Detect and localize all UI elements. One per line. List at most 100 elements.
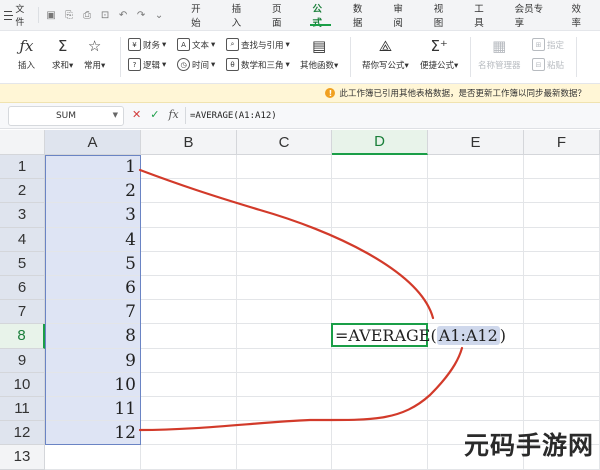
export-pdf-icon[interactable]: ⎘ <box>61 7 77 23</box>
cell-c2[interactable] <box>237 179 332 204</box>
cell-c11[interactable] <box>237 397 332 422</box>
logic-functions-button[interactable]: ? 逻辑 ▾ <box>128 58 166 71</box>
cell-b9[interactable] <box>141 348 237 373</box>
specify-button[interactable]: ⊞ 指定 <box>532 38 564 51</box>
cell-e5[interactable] <box>428 251 524 276</box>
row-header-7[interactable]: 7 <box>0 300 45 325</box>
row-header-2[interactable]: 2 <box>0 179 45 204</box>
cell-e2[interactable] <box>428 179 524 204</box>
row-header-5[interactable]: 5 <box>0 251 45 276</box>
quick-formula-button[interactable]: Σ⁺ 便捷公式▾ <box>420 35 458 71</box>
tab-home[interactable]: 开始 <box>179 0 219 30</box>
cancel-icon[interactable]: ✕ <box>132 108 141 121</box>
cell-d1[interactable] <box>332 155 428 180</box>
cell-e6[interactable] <box>428 276 524 301</box>
lookup-functions-button[interactable]: ⌕ 查找与引用 ▾ <box>226 38 290 51</box>
tab-page[interactable]: 页面 <box>260 0 300 30</box>
tab-tools[interactable]: 工具 <box>462 0 502 30</box>
tab-insert[interactable]: 插入 <box>220 0 260 30</box>
math-functions-button[interactable]: θ 数学和三角 ▾ <box>226 58 290 71</box>
tab-review[interactable]: 审阅 <box>381 0 421 30</box>
print-icon[interactable]: ⎙ <box>79 7 95 23</box>
cell-f2[interactable] <box>524 179 600 204</box>
file-menu-button[interactable]: 文件 <box>0 0 38 30</box>
cell-b6[interactable] <box>141 276 237 301</box>
row-header-6[interactable]: 6 <box>0 276 45 301</box>
finance-functions-button[interactable]: ¥ 财务 ▾ <box>128 38 166 51</box>
cell-f9[interactable] <box>524 348 600 373</box>
row-header-4[interactable]: 4 <box>0 227 45 252</box>
cell-b11[interactable] <box>141 397 237 422</box>
text-functions-button[interactable]: A 文本 ▾ <box>177 38 215 51</box>
notification-text[interactable]: 此工作簿已引用其他表格数据，是否更新工作簿以同步最新数据？ <box>339 87 586 99</box>
chevron-down-icon[interactable]: ⌄ <box>151 7 167 23</box>
cell-f4[interactable] <box>524 227 600 252</box>
cell-b5[interactable] <box>141 251 237 276</box>
name-manager-button[interactable]: ▦ 名称管理器 <box>478 35 521 71</box>
cell-b3[interactable] <box>141 203 237 228</box>
autosum-button[interactable]: Σ 求和▾ <box>52 35 73 71</box>
cell-f7[interactable] <box>524 300 600 325</box>
select-all-corner[interactable] <box>0 130 45 155</box>
cell-f5[interactable] <box>524 251 600 276</box>
cell-d9[interactable] <box>332 348 428 373</box>
cell-f8[interactable] <box>524 324 600 349</box>
tab-formulas[interactable]: 公式 <box>300 0 340 30</box>
column-header-b[interactable]: B <box>141 130 237 155</box>
redo-icon[interactable]: ↷ <box>133 7 149 23</box>
cell-c6[interactable] <box>237 276 332 301</box>
row-header-12[interactable]: 12 <box>0 421 45 446</box>
cell-c3[interactable] <box>237 203 332 228</box>
cell-e3[interactable] <box>428 203 524 228</box>
cell-c1[interactable] <box>237 155 332 180</box>
row-header-8[interactable]: 8 <box>0 324 45 349</box>
cell-d2[interactable] <box>332 179 428 204</box>
cell-c10[interactable] <box>237 372 332 397</box>
cell-f11[interactable] <box>524 397 600 422</box>
cell-e9[interactable] <box>428 348 524 373</box>
cell-f6[interactable] <box>524 276 600 301</box>
row-header-10[interactable]: 10 <box>0 372 45 397</box>
more-functions-button[interactable]: ▤ 其他函数▾ <box>300 35 338 71</box>
cell-d11[interactable] <box>332 397 428 422</box>
cell-d4[interactable] <box>332 227 428 252</box>
cell-a13[interactable] <box>45 445 141 470</box>
column-header-c[interactable]: C <box>237 130 332 155</box>
row-header-1[interactable]: 1 <box>0 155 45 180</box>
cell-c7[interactable] <box>237 300 332 325</box>
tab-member[interactable]: 会员专享 <box>503 0 560 30</box>
cell-d3[interactable] <box>332 203 428 228</box>
paste-name-button[interactable]: ⊟ 粘贴 <box>532 58 564 71</box>
cell-f1[interactable] <box>524 155 600 180</box>
fx-icon[interactable]: fx <box>168 108 178 121</box>
cell-b13[interactable] <box>141 445 237 470</box>
cell-b7[interactable] <box>141 300 237 325</box>
confirm-icon[interactable]: ✓ <box>150 108 159 121</box>
tab-data[interactable]: 数据 <box>341 0 381 30</box>
cell-b10[interactable] <box>141 372 237 397</box>
print-preview-icon[interactable]: ⊡ <box>97 7 113 23</box>
cell-e11[interactable] <box>428 397 524 422</box>
cell-c4[interactable] <box>237 227 332 252</box>
insert-function-button[interactable]: ƒx 插入 <box>18 35 35 71</box>
common-functions-button[interactable]: ☆ 常用▾ <box>84 35 105 71</box>
tab-efficiency[interactable]: 效率 <box>560 0 600 30</box>
formula-input[interactable]: =AVERAGE(A1:A12) <box>185 107 600 124</box>
cell-c8[interactable] <box>237 324 332 349</box>
name-box[interactable]: SUM ▼ <box>8 106 124 126</box>
column-header-a[interactable]: A <box>45 130 141 155</box>
cell-d6[interactable] <box>332 276 428 301</box>
chevron-down-icon[interactable]: ▼ <box>113 111 118 119</box>
cell-f3[interactable] <box>524 203 600 228</box>
cell-b1[interactable] <box>141 155 237 180</box>
column-header-f[interactable]: F <box>524 130 600 155</box>
help-write-formula-button[interactable]: ⟁ 帮你写公式▾ <box>362 35 409 71</box>
cell-f10[interactable] <box>524 372 600 397</box>
cell-e10[interactable] <box>428 372 524 397</box>
undo-icon[interactable]: ↶ <box>115 7 131 23</box>
cell-b2[interactable] <box>141 179 237 204</box>
cell-c9[interactable] <box>237 348 332 373</box>
save-icon[interactable]: ▣ <box>43 7 59 23</box>
cell-e7[interactable] <box>428 300 524 325</box>
cell-d5[interactable] <box>332 251 428 276</box>
